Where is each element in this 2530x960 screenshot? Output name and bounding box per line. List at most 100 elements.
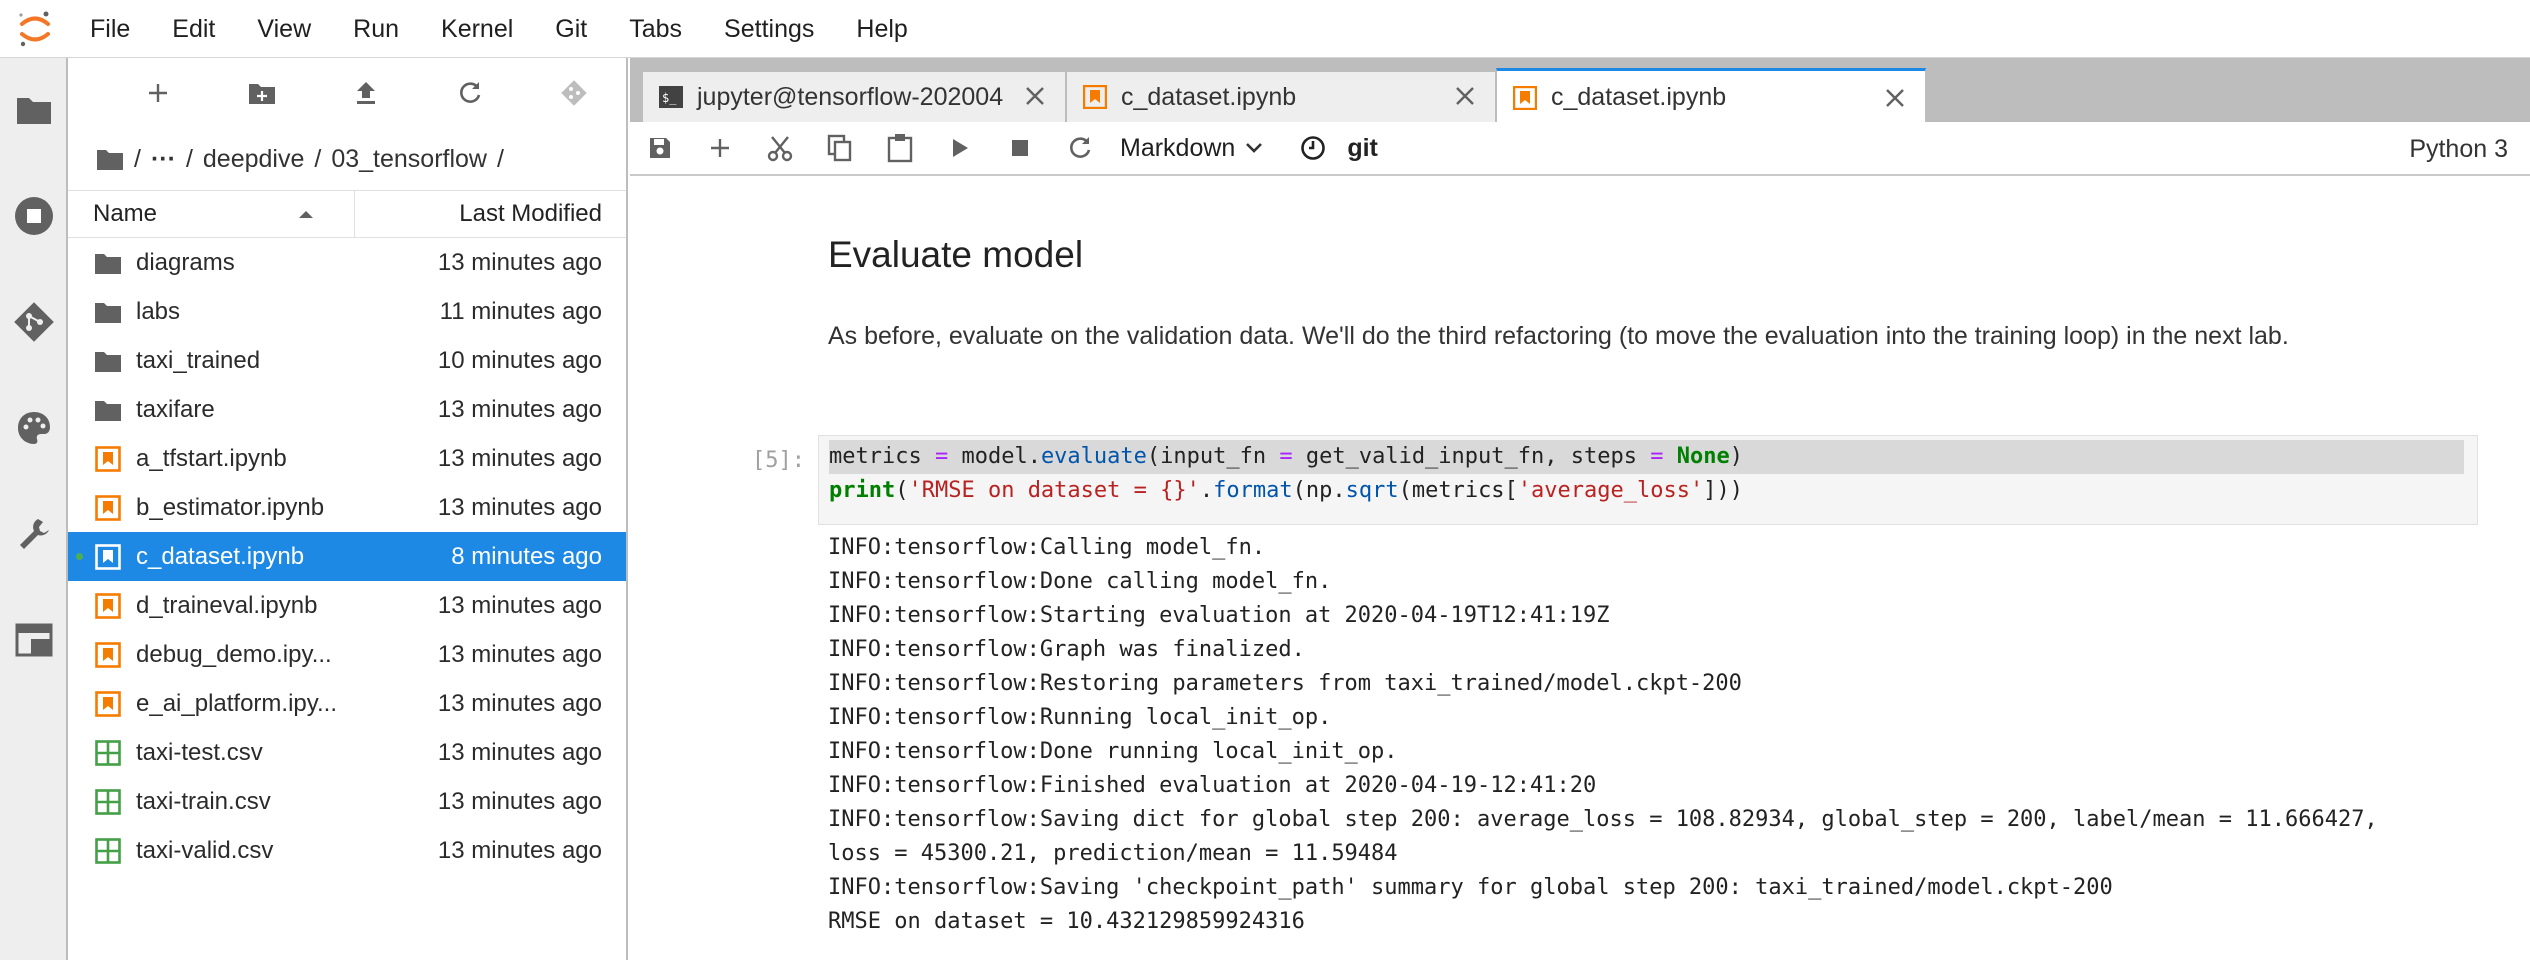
jupyter-logo-icon[interactable] <box>0 0 70 58</box>
upload-icon[interactable] <box>314 58 418 128</box>
file-name: taxi-train.csv <box>136 787 271 815</box>
breadcrumb-03-tensorflow[interactable]: 03_tensorflow <box>331 145 487 174</box>
menu-view[interactable]: View <box>236 0 332 58</box>
menu-run[interactable]: Run <box>332 0 420 58</box>
file-modified: 13 minutes ago <box>437 444 602 472</box>
tab-notebook-active[interactable]: c_dataset.ipynb <box>1496 68 1926 124</box>
file-list-item[interactable]: d_traineval.ipynb 13 minutes ago <box>68 581 626 630</box>
tab-label: jupyter@tensorflow-202004 <box>697 82 1004 111</box>
new-folder-icon[interactable] <box>210 58 314 128</box>
file-modified: 8 minutes ago <box>451 542 602 570</box>
git-button[interactable]: git <box>1347 134 1378 163</box>
code-token: format <box>1213 478 1293 503</box>
folder-icon[interactable] <box>0 70 68 150</box>
run-icon[interactable] <box>930 121 990 175</box>
code-token: ) <box>1729 444 1743 469</box>
menu-settings[interactable]: Settings <box>703 0 835 58</box>
activity-bar <box>0 58 68 960</box>
breadcrumb-deepdive[interactable]: deepdive <box>203 145 304 174</box>
file-list-item[interactable]: a_tfstart.ipynb 13 minutes ago <box>68 434 626 483</box>
column-header-name-label: Name <box>93 200 158 227</box>
code-token: None <box>1676 444 1730 469</box>
file-browser-toolbar <box>68 58 626 128</box>
file-modified: 13 minutes ago <box>437 787 602 815</box>
notebook-icon <box>68 581 136 630</box>
markdown-paragraph: As before, evaluate on the validation da… <box>828 322 2289 350</box>
refresh-icon[interactable] <box>418 58 522 128</box>
file-modified: 13 minutes ago <box>437 836 602 864</box>
new-launcher-icon[interactable] <box>106 58 210 128</box>
file-modified: 13 minutes ago <box>437 493 602 521</box>
file-list-item[interactable]: taxi-train.csv 13 minutes ago <box>68 777 626 826</box>
main-dock-area: $_ jupyter@tensorflow-202004 c_dataset.i… <box>630 58 2530 960</box>
breadcrumb-root-folder-icon[interactable] <box>96 147 124 171</box>
copy-icon[interactable] <box>810 121 870 175</box>
file-modified: 13 minutes ago <box>437 640 602 668</box>
output-line: INFO:tensorflow:Running local_init_op. <box>828 705 1332 730</box>
cut-icon[interactable] <box>750 121 810 175</box>
menu-help[interactable]: Help <box>835 0 928 58</box>
paste-icon[interactable] <box>870 121 930 175</box>
breadcrumb-ellipsis[interactable]: ··· <box>151 145 176 174</box>
file-list-item[interactable]: e_ai_platform.ipy... 13 minutes ago <box>68 679 626 728</box>
code-token: sqrt <box>1345 478 1399 503</box>
stop-icon[interactable] <box>990 121 1050 175</box>
cell-execution-count: [5]: <box>752 448 805 473</box>
menu-tabs[interactable]: Tabs <box>608 0 703 58</box>
spreadsheet-icon <box>68 777 136 826</box>
file-browser: / ··· / deepdive / 03_tensorflow / Name … <box>68 58 628 960</box>
tab-terminal[interactable]: $_ jupyter@tensorflow-202004 <box>642 71 1066 122</box>
running-indicator <box>76 553 83 560</box>
menu-git[interactable]: Git <box>534 0 608 58</box>
file-list-item[interactable]: debug_demo.ipy... 13 minutes ago <box>68 630 626 679</box>
menu-edit[interactable]: Edit <box>151 0 236 58</box>
file-name: e_ai_platform.ipy... <box>136 689 337 717</box>
file-modified: 10 minutes ago <box>437 346 602 374</box>
menu-file[interactable]: File <box>70 0 151 58</box>
cell-type-dropdown[interactable]: Markdown <box>1120 134 1263 163</box>
insert-cell-icon[interactable] <box>690 121 750 175</box>
code-token: metrics <box>829 444 922 469</box>
git-icon[interactable] <box>0 282 68 362</box>
file-list-item[interactable]: taxi-valid.csv 13 minutes ago <box>68 826 626 875</box>
close-icon[interactable] <box>1023 84 1047 108</box>
git-clone-icon[interactable] <box>522 58 626 128</box>
close-icon[interactable] <box>1453 84 1477 108</box>
palette-icon[interactable] <box>0 388 68 468</box>
file-list-item[interactable]: b_estimator.ipynb 13 minutes ago <box>68 483 626 532</box>
close-icon[interactable] <box>1883 86 1907 110</box>
chevron-down-icon <box>1245 142 1263 154</box>
file-list-item[interactable]: c_dataset.ipynb 8 minutes ago <box>68 532 626 581</box>
kernel-name[interactable]: Python 3 <box>2409 122 2508 176</box>
breadcrumb-separator: / <box>185 144 193 173</box>
file-list-item[interactable]: taxi-test.csv 13 minutes ago <box>68 728 626 777</box>
restart-icon[interactable] <box>1050 121 1110 175</box>
menu-bar: File Edit View Run Kernel Git Tabs Setti… <box>0 0 2530 58</box>
code-token: . <box>1199 478 1214 503</box>
notebook-panel[interactable]: Evaluate model As before, evaluate on th… <box>630 178 2530 960</box>
output-line: INFO:tensorflow:Done calling model_fn. <box>828 569 1332 594</box>
tab-notebook-1[interactable]: c_dataset.ipynb <box>1066 71 1496 122</box>
wrench-icon[interactable] <box>0 494 68 574</box>
file-list-item[interactable]: diagrams 13 minutes ago <box>68 238 626 287</box>
clock-icon[interactable] <box>1293 121 1333 175</box>
file-list-item[interactable]: taxi_trained 10 minutes ago <box>68 336 626 385</box>
running-icon[interactable] <box>0 176 68 256</box>
menu-kernel[interactable]: Kernel <box>420 0 534 58</box>
tab-bar: $_ jupyter@tensorflow-202004 c_dataset.i… <box>630 58 2530 124</box>
code-token: (np. <box>1292 478 1346 503</box>
save-icon[interactable] <box>630 121 690 175</box>
file-name: labs <box>136 297 181 325</box>
file-list-item[interactable]: taxifare 13 minutes ago <box>68 385 626 434</box>
code-token: (input_fn <box>1146 444 1280 469</box>
file-modified: 13 minutes ago <box>437 738 602 766</box>
column-header-name[interactable]: Name <box>68 191 355 237</box>
code-cell-input[interactable]: metrics = model.evaluate(input_fn = get_… <box>818 435 2478 525</box>
column-header-last-modified[interactable]: Last Modified <box>355 200 626 228</box>
tabs-icon[interactable] <box>0 600 68 680</box>
file-list-item[interactable]: labs 11 minutes ago <box>68 287 626 336</box>
notebook-icon <box>68 679 136 728</box>
breadcrumb-separator: / <box>314 144 322 173</box>
folder-icon <box>68 336 136 385</box>
